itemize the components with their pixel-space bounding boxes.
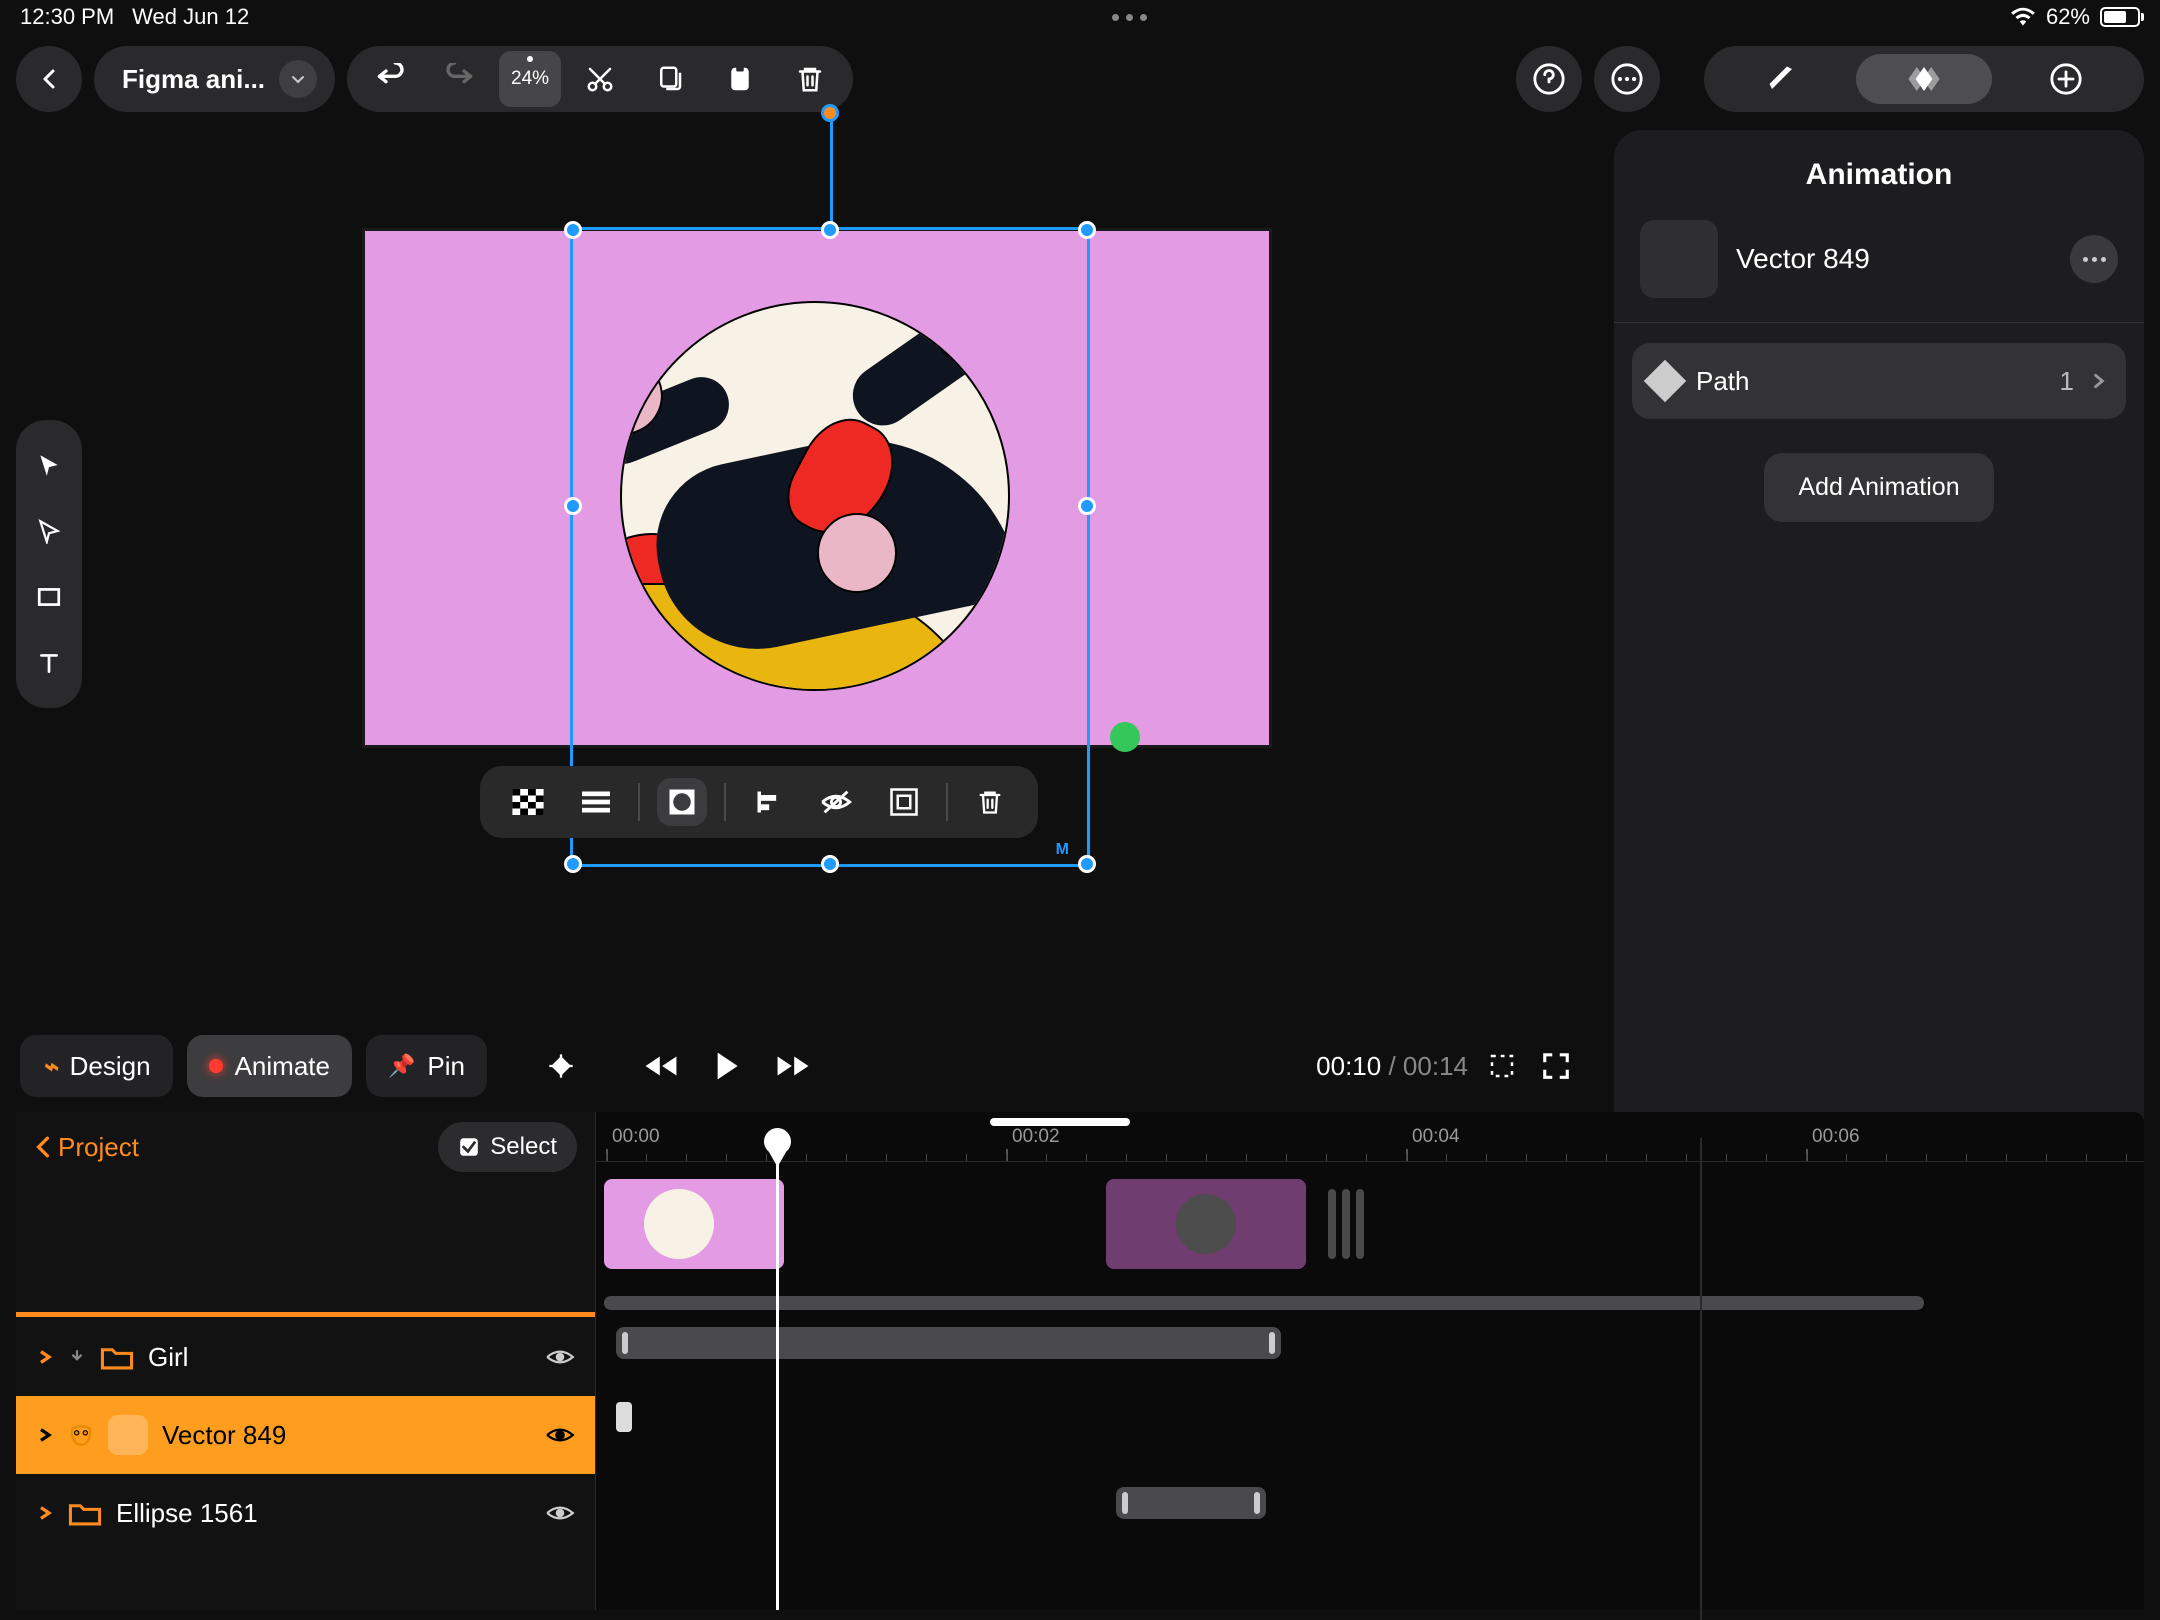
- align-button[interactable]: [734, 774, 802, 830]
- mini-scrubber[interactable]: [990, 1118, 1130, 1126]
- timeline: Project Select Girl: [16, 1112, 2144, 1610]
- direct-select-tool[interactable]: [24, 500, 74, 562]
- delete-button[interactable]: [956, 774, 1024, 830]
- battery-icon: [2100, 7, 2140, 27]
- mode-pin[interactable]: 📌Pin: [366, 1035, 487, 1097]
- rectangle-tool[interactable]: [24, 566, 74, 628]
- redo-button[interactable]: [429, 51, 491, 107]
- status-bar: 12:30 PM Wed Jun 12 62%: [0, 0, 2160, 34]
- battery-pct: 62%: [2046, 4, 2090, 30]
- text-tool[interactable]: [24, 632, 74, 694]
- project-menu[interactable]: Figma ani...: [94, 46, 335, 112]
- select-tool[interactable]: [24, 434, 74, 496]
- layer-thumb: [108, 1415, 148, 1455]
- scene-1[interactable]: [604, 1179, 784, 1269]
- more-button[interactable]: [1594, 46, 1660, 112]
- panel-divider: [1700, 1138, 1702, 1620]
- fullscreen-button[interactable]: [1536, 1046, 1576, 1086]
- mode-bar: ⌁Design Animate 📌Pin 00:10 / 00:14: [16, 1030, 2144, 1102]
- object-name: Vector 849: [1736, 243, 2052, 275]
- project-name: Figma ani...: [122, 64, 265, 95]
- object-thumbnail: [1640, 220, 1718, 298]
- nav-back[interactable]: Project: [58, 1132, 139, 1163]
- time-display: 00:10 / 00:14: [1316, 1051, 1468, 1082]
- timeline-left: Project Select Girl: [16, 1112, 596, 1610]
- chevron-right-icon: [2090, 372, 2108, 390]
- eye-icon[interactable]: [545, 1424, 575, 1446]
- trash-button[interactable]: [779, 51, 841, 107]
- property-path[interactable]: Path 1: [1632, 343, 2126, 419]
- panel-tab-animation[interactable]: [1856, 54, 1992, 104]
- wifi-icon: [2010, 7, 2036, 27]
- scene-2[interactable]: [1106, 1179, 1306, 1269]
- track-ellipse[interactable]: [1116, 1487, 1266, 1519]
- panel-title: Animation: [1632, 158, 2126, 192]
- undo-button[interactable]: [359, 51, 421, 107]
- multitask-dots[interactable]: [249, 14, 2010, 21]
- playhead[interactable]: [776, 1130, 779, 1610]
- layer-vector-849[interactable]: Vector 849: [16, 1396, 595, 1474]
- panel-tab-add[interactable]: [1998, 54, 2134, 104]
- cut-button[interactable]: [569, 51, 631, 107]
- layer-ellipse-1561[interactable]: Ellipse 1561: [16, 1474, 595, 1552]
- copy-button[interactable]: [639, 51, 701, 107]
- chevron-down-icon: [279, 60, 317, 98]
- timeline-tracks[interactable]: 00:00 00:02 00:04 00:06: [596, 1112, 2144, 1610]
- diamond-icon: [1644, 360, 1686, 402]
- chevron-left-icon: [34, 1136, 52, 1158]
- eye-icon[interactable]: [545, 1346, 575, 1368]
- handle-bl[interactable]: [564, 855, 582, 873]
- eye-icon[interactable]: [545, 1502, 575, 1524]
- panel-tabs: [1704, 46, 2144, 112]
- forward-button[interactable]: [767, 1040, 819, 1092]
- select-button[interactable]: Select: [438, 1122, 577, 1172]
- rewind-button[interactable]: [635, 1040, 687, 1092]
- illustration-circle: [620, 301, 1010, 691]
- group-button[interactable]: [870, 774, 938, 830]
- object-more-button[interactable]: [2070, 235, 2118, 283]
- selected-object-row[interactable]: Vector 849: [1632, 216, 2126, 302]
- canvas-artboard: [362, 228, 1272, 748]
- mask-icon: [68, 1424, 94, 1446]
- panel-tab-style[interactable]: [1714, 54, 1850, 104]
- status-date: Wed Jun 12: [132, 4, 249, 30]
- canvas[interactable]: M: [350, 200, 1280, 760]
- play-button[interactable]: [701, 1040, 753, 1092]
- back-button[interactable]: [16, 46, 82, 112]
- help-button[interactable]: [1516, 46, 1582, 112]
- handle-bm[interactable]: [821, 855, 839, 873]
- handle-br[interactable]: [1078, 855, 1096, 873]
- paste-button[interactable]: [709, 51, 771, 107]
- mode-animate[interactable]: Animate: [187, 1035, 352, 1097]
- scene-strip[interactable]: [596, 1174, 2144, 1274]
- canvas-toolbar: [480, 766, 1038, 838]
- list-button[interactable]: [562, 774, 630, 830]
- track-girl[interactable]: [616, 1327, 1281, 1359]
- add-animation-button[interactable]: Add Animation: [1764, 453, 1993, 522]
- mask-button[interactable]: [648, 774, 716, 830]
- bottom-area: ⌁Design Animate 📌Pin 00:10 / 00:14: [16, 1030, 2144, 1610]
- visibility-button[interactable]: [802, 774, 870, 830]
- mode-design[interactable]: ⌁Design: [20, 1035, 173, 1097]
- layer-girl[interactable]: Girl: [16, 1318, 595, 1396]
- keyframe[interactable]: [616, 1402, 632, 1432]
- crop-button[interactable]: [1482, 1046, 1522, 1086]
- status-time: 12:30 PM: [20, 4, 114, 30]
- zoom-button[interactable]: 24%: [499, 51, 561, 107]
- keyframe-button[interactable]: [535, 1040, 587, 1092]
- track-scrollbar[interactable]: [604, 1296, 1924, 1310]
- layer-list: Girl Vector 849 Ellipse 1561: [16, 1312, 595, 1552]
- anchor-handle[interactable]: [1110, 722, 1140, 752]
- timeline-ruler[interactable]: 00:00 00:02 00:04 00:06: [596, 1112, 2144, 1162]
- left-tools: [16, 420, 82, 708]
- checkerboard-button[interactable]: [494, 774, 562, 830]
- top-toolbar: Figma ani... 24%: [0, 34, 2160, 124]
